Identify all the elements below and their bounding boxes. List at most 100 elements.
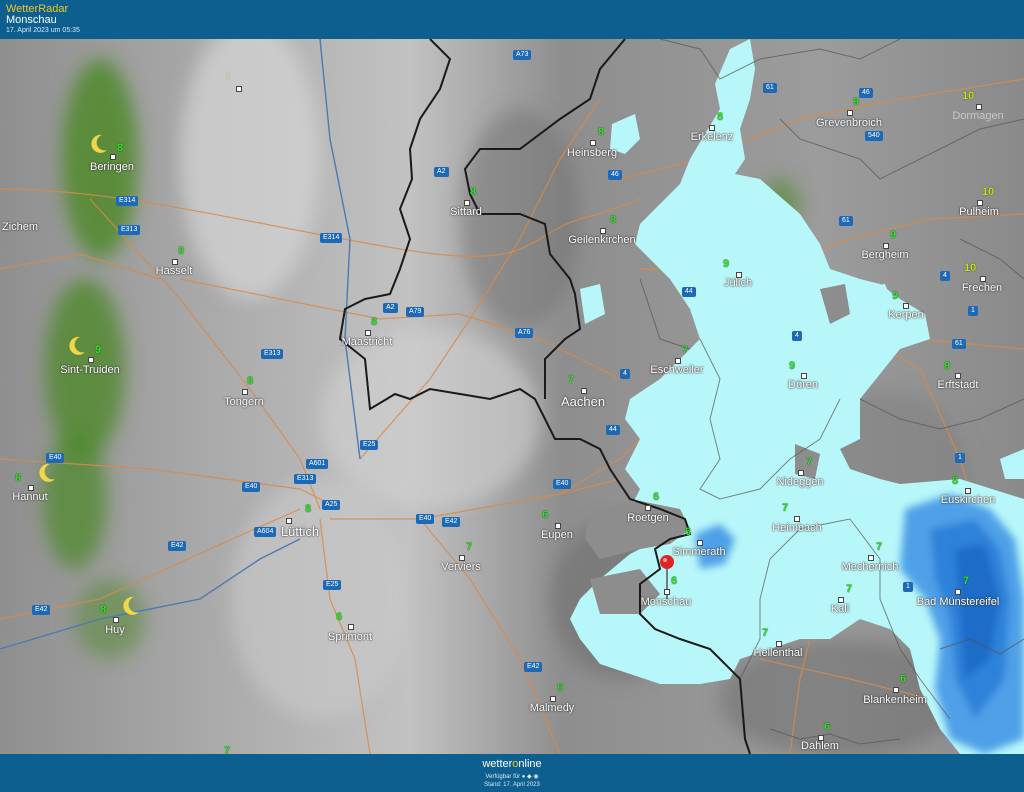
city-label: Eschweiler bbox=[650, 364, 704, 376]
road-shield: A2 bbox=[434, 167, 449, 177]
road-shield: A604 bbox=[254, 527, 277, 537]
wetteronline-logo[interactable]: wetteronline bbox=[0, 758, 1024, 770]
temperature: 8 bbox=[117, 142, 124, 154]
web-icon[interactable]: ◉ bbox=[533, 774, 538, 780]
city-label: Verviers bbox=[441, 561, 481, 573]
road-shield: 61 bbox=[839, 216, 853, 226]
city-marker bbox=[590, 140, 596, 146]
road-shield: E42 bbox=[442, 517, 461, 527]
city-marker bbox=[955, 589, 961, 595]
city-label: Euskirchen bbox=[940, 494, 996, 506]
temperature: 7 bbox=[682, 344, 689, 356]
temperature: 6 bbox=[542, 509, 549, 521]
city-label: Kerpen bbox=[888, 309, 924, 321]
road-shield: E25 bbox=[360, 440, 379, 450]
road-shield: 1 bbox=[968, 306, 978, 316]
road-shield: E42 bbox=[32, 605, 51, 615]
temperature: 9 bbox=[178, 245, 185, 257]
road-shield: E42 bbox=[168, 541, 187, 551]
moon-icon bbox=[69, 336, 85, 355]
city-label: Peer bbox=[227, 91, 251, 103]
road-shield: 61 bbox=[952, 339, 966, 349]
apple-icon[interactable]: ● bbox=[522, 774, 526, 780]
footer-bar: wetteronline Verfügbar für ● ◆ ◉ Stand: … bbox=[0, 754, 1024, 792]
city-label: Geilenkirchen bbox=[568, 234, 636, 246]
temperature: 8 bbox=[15, 472, 22, 484]
city-label: Heimbach bbox=[772, 522, 822, 534]
temperature: 10 bbox=[962, 90, 975, 102]
city-label: Erkelenz bbox=[690, 131, 734, 143]
road-shield: 4 bbox=[940, 271, 950, 281]
temperature: 10 bbox=[982, 186, 995, 198]
city-label: Maastricht bbox=[341, 336, 393, 348]
radar-map[interactable]: A73 61 46 540 A2 E314 E313 46 61 4 44 A2… bbox=[0, 39, 1024, 754]
city-label: Lüttich bbox=[280, 524, 320, 539]
temperature: 7 bbox=[224, 745, 231, 754]
road-shield: E40 bbox=[46, 453, 65, 463]
temperature: 9 bbox=[944, 360, 951, 372]
temperature: 7 bbox=[876, 541, 883, 553]
city-marker bbox=[893, 687, 899, 693]
temperature: 6 bbox=[685, 526, 692, 538]
temperature: 8 bbox=[305, 503, 312, 515]
road-shield: A25 bbox=[322, 500, 341, 510]
city-label: Hasselt bbox=[155, 265, 193, 277]
road-shield: E40 bbox=[553, 479, 572, 489]
data-date: Stand: 17. April 2023 bbox=[484, 782, 540, 788]
road-shield: 4 bbox=[620, 369, 630, 379]
temperature: 7 bbox=[782, 502, 789, 514]
city-label: Heinsberg bbox=[566, 147, 618, 159]
road-shield: 44 bbox=[606, 425, 620, 435]
temperature: 7 bbox=[568, 374, 575, 386]
temperature: 7 bbox=[762, 627, 769, 639]
moon-icon bbox=[123, 596, 139, 615]
road-shield: 44 bbox=[682, 287, 696, 297]
android-icon[interactable]: ◆ bbox=[527, 774, 532, 780]
city-label: Huy bbox=[105, 624, 125, 636]
platform-icons: ● ◆ ◉ bbox=[522, 774, 539, 780]
city-label: Hannut bbox=[12, 491, 48, 503]
temperature: 6 bbox=[653, 491, 660, 503]
temperature: 7 bbox=[806, 456, 813, 468]
temperature: 8 bbox=[717, 111, 724, 123]
city-label: Monschau bbox=[640, 596, 692, 608]
city-label: Dormagen bbox=[952, 110, 1004, 122]
city-label: Jülich bbox=[723, 277, 753, 289]
road-shield: E313 bbox=[118, 225, 141, 235]
road-shield: 1 bbox=[903, 582, 913, 592]
city-label: Beringen bbox=[89, 161, 135, 173]
city-marker bbox=[664, 589, 670, 595]
road-shield: 46 bbox=[859, 88, 873, 98]
availability-line: Verfügbar für ● ◆ ◉ bbox=[0, 773, 1024, 780]
city-label: Nideggen bbox=[776, 476, 824, 488]
timestamp: 17. April 2023 um 05:35 bbox=[6, 27, 80, 34]
availability-text: Verfügbar für bbox=[485, 774, 521, 780]
moon-icon bbox=[91, 134, 107, 153]
city-label: Blankenheim bbox=[863, 694, 927, 706]
temperature: 8 bbox=[247, 375, 254, 387]
city-label: Tongern bbox=[224, 396, 264, 408]
temperature: 6 bbox=[900, 673, 907, 685]
temperature: 6 bbox=[824, 721, 831, 733]
temperature: 6 bbox=[336, 611, 343, 623]
temperature: 9 bbox=[789, 360, 796, 372]
city-label: Sprimont bbox=[327, 631, 373, 643]
header-bar: WetterRadar Monschau 17. April 2023 um 0… bbox=[0, 0, 1024, 39]
road-shield: 46 bbox=[608, 170, 622, 180]
logo-suffix: nline bbox=[518, 758, 542, 770]
city-label: Dahlem bbox=[801, 740, 839, 752]
road-shield: 61 bbox=[763, 83, 777, 93]
location-title: Monschau bbox=[6, 14, 57, 26]
road-shield: E314 bbox=[116, 196, 139, 206]
city-label: Kall bbox=[830, 603, 850, 615]
road-shield: 540 bbox=[865, 131, 883, 141]
temperature: 9 bbox=[853, 96, 860, 108]
road-shield: A2 bbox=[383, 303, 398, 313]
city-label: Sittard bbox=[450, 206, 482, 218]
temperature: 7 bbox=[466, 541, 473, 553]
road-shield: 1 bbox=[955, 453, 965, 463]
temperature: 8 bbox=[598, 126, 605, 138]
city-label: Grevenbroich bbox=[815, 117, 883, 129]
city-label: Eupen bbox=[541, 529, 573, 541]
road-shield: E313 bbox=[261, 349, 284, 359]
